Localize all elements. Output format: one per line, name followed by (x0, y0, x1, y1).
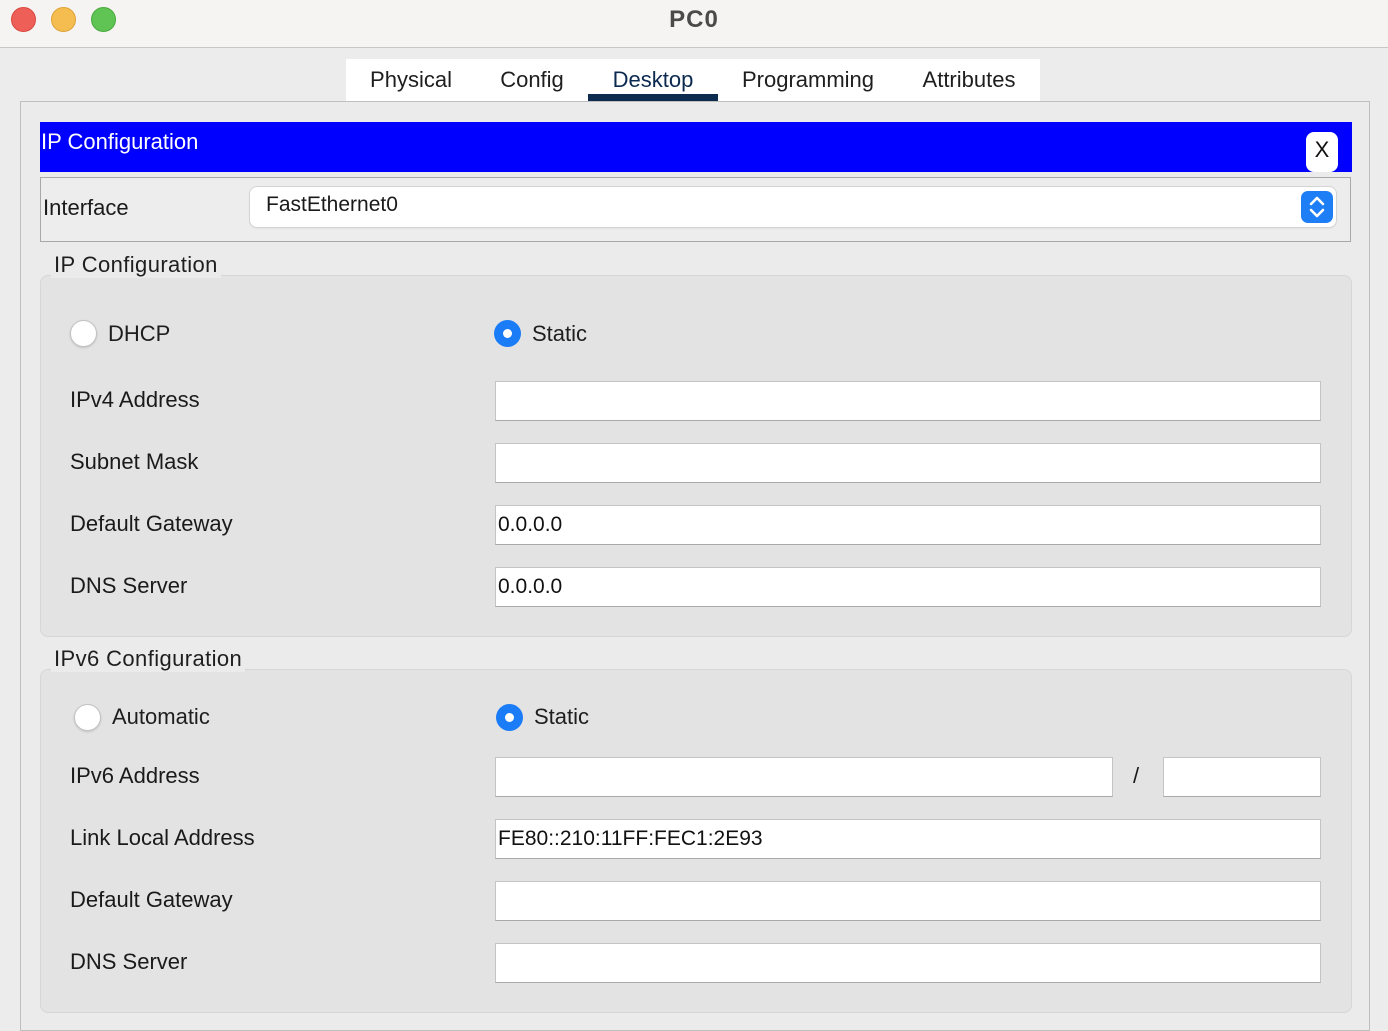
ipv4-static-radio-label: Static (532, 321, 588, 346)
ipv6-dns-label: DNS Server (70, 949, 188, 974)
ipv6-address-input[interactable] (495, 757, 1113, 797)
link-local-address-input[interactable]: FE80::210:11FF:FEC1:2E93 (495, 819, 1321, 859)
ipv4-gateway-label: Default Gateway (70, 511, 233, 536)
window-titlebar: PC0 (0, 0, 1388, 48)
tab-bar: Physical Config Desktop Programming Attr… (346, 59, 1040, 102)
ipv4-dns-label: DNS Server (70, 573, 188, 598)
ipv6-automatic-radio[interactable] (74, 704, 101, 731)
ipv4-gateway-input[interactable]: 0.0.0.0 (495, 505, 1321, 545)
ipv6-group-legend: IPv6 Configuration (51, 646, 246, 672)
window-title: PC0 (669, 6, 719, 33)
interface-row: Interface FastEthernet0 (40, 177, 1351, 242)
tab-label: Desktop (612, 67, 694, 92)
ipv4-dns-input[interactable]: 0.0.0.0 (495, 567, 1321, 607)
tab-label: Physical (370, 67, 452, 92)
dhcp-radio[interactable] (70, 320, 97, 347)
ipv6-automatic-radio-label: Automatic (112, 704, 210, 729)
close-x-icon: X (1314, 137, 1330, 162)
ipv6-prefix-input[interactable] (1163, 757, 1321, 797)
tab-attributes[interactable]: Attributes (898, 59, 1040, 102)
subnet-mask-label: Subnet Mask (70, 449, 199, 474)
close-panel-button[interactable]: X (1306, 132, 1338, 172)
ipv6-gateway-label: Default Gateway (70, 887, 233, 912)
ipv4-address-input[interactable] (495, 381, 1321, 421)
ipv4-static-radio[interactable] (494, 320, 521, 347)
tab-programming[interactable]: Programming (718, 59, 898, 102)
ipv6-gateway-input[interactable] (495, 881, 1321, 921)
tab-config[interactable]: Config (476, 59, 588, 102)
ipv6-dns-input[interactable] (495, 943, 1321, 983)
link-local-address-label: Link Local Address (70, 825, 255, 850)
interface-label: Interface (43, 195, 129, 220)
tab-desktop[interactable]: Desktop (588, 59, 718, 102)
interface-selected-value: FastEthernet0 (266, 193, 398, 216)
tab-label: Programming (741, 67, 875, 92)
tab-physical[interactable]: Physical (346, 59, 476, 102)
interface-select[interactable]: FastEthernet0 (250, 187, 1336, 227)
chevron-up-down-icon (1301, 191, 1333, 223)
ipv6-static-radio[interactable] (496, 704, 523, 731)
dhcp-radio-label: DHCP (108, 321, 171, 346)
radio-selected-dot (505, 713, 514, 722)
ipv4-group-legend: IP Configuration (51, 252, 221, 278)
ipv6-address-label: IPv6 Address (70, 763, 200, 788)
ip-configuration-header: IP Configuration X (40, 122, 1352, 172)
subnet-mask-input[interactable] (495, 443, 1321, 483)
tab-label: Attributes (922, 67, 1016, 92)
radio-selected-dot (503, 329, 512, 338)
tab-label: Config (500, 67, 564, 92)
ipv4-address-label: IPv4 Address (70, 387, 200, 412)
ipv6-static-radio-label: Static (534, 704, 590, 729)
panel-title: IP Configuration (41, 129, 199, 154)
prefix-separator: / (1133, 763, 1140, 788)
